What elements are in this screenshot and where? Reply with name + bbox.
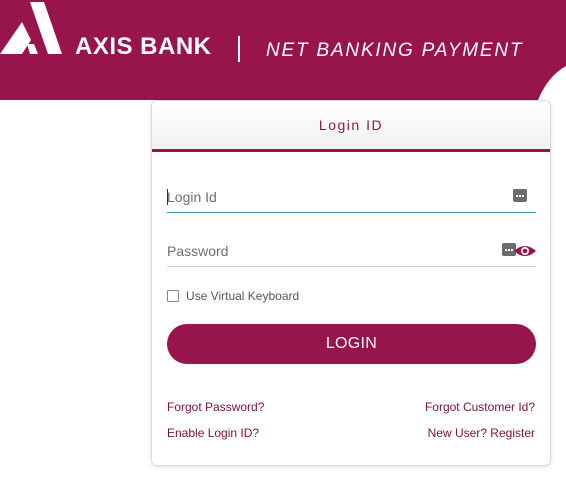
- new-user-register-link[interactable]: New User? Register: [428, 426, 535, 440]
- header-banner: AXIS BANK NET BANKING PAYMENT: [0, 0, 566, 100]
- virtual-keyboard-label: Use Virtual Keyboard: [186, 289, 300, 303]
- password-field-wrapper: [167, 237, 536, 267]
- keyboard-icon[interactable]: [513, 189, 527, 202]
- axis-logo-icon: [0, 2, 62, 54]
- password-input[interactable]: [167, 237, 497, 265]
- eye-icon[interactable]: [513, 243, 537, 259]
- login-card-title: Login ID: [318, 117, 384, 133]
- enable-login-id-link[interactable]: Enable Login ID?: [167, 426, 259, 440]
- login-button[interactable]: LOGIN: [167, 324, 536, 364]
- brand-name: AXIS BANK: [75, 33, 212, 60]
- virtual-keyboard-option[interactable]: Use Virtual Keyboard: [167, 289, 299, 303]
- login-card-header: Login ID: [152, 101, 550, 152]
- brand-separator: [238, 36, 240, 62]
- forgot-customer-id-link[interactable]: Forgot Customer Id?: [425, 400, 535, 414]
- login-id-field-wrapper: [167, 183, 536, 213]
- brand-subtitle: NET BANKING PAYMENT: [266, 40, 524, 61]
- login-card: Login ID Use Virtual Keyboard LOGIN Forg…: [151, 100, 551, 466]
- forgot-password-link[interactable]: Forgot Password?: [167, 400, 264, 414]
- virtual-keyboard-checkbox[interactable]: [167, 290, 179, 302]
- login-id-input[interactable]: [167, 183, 497, 211]
